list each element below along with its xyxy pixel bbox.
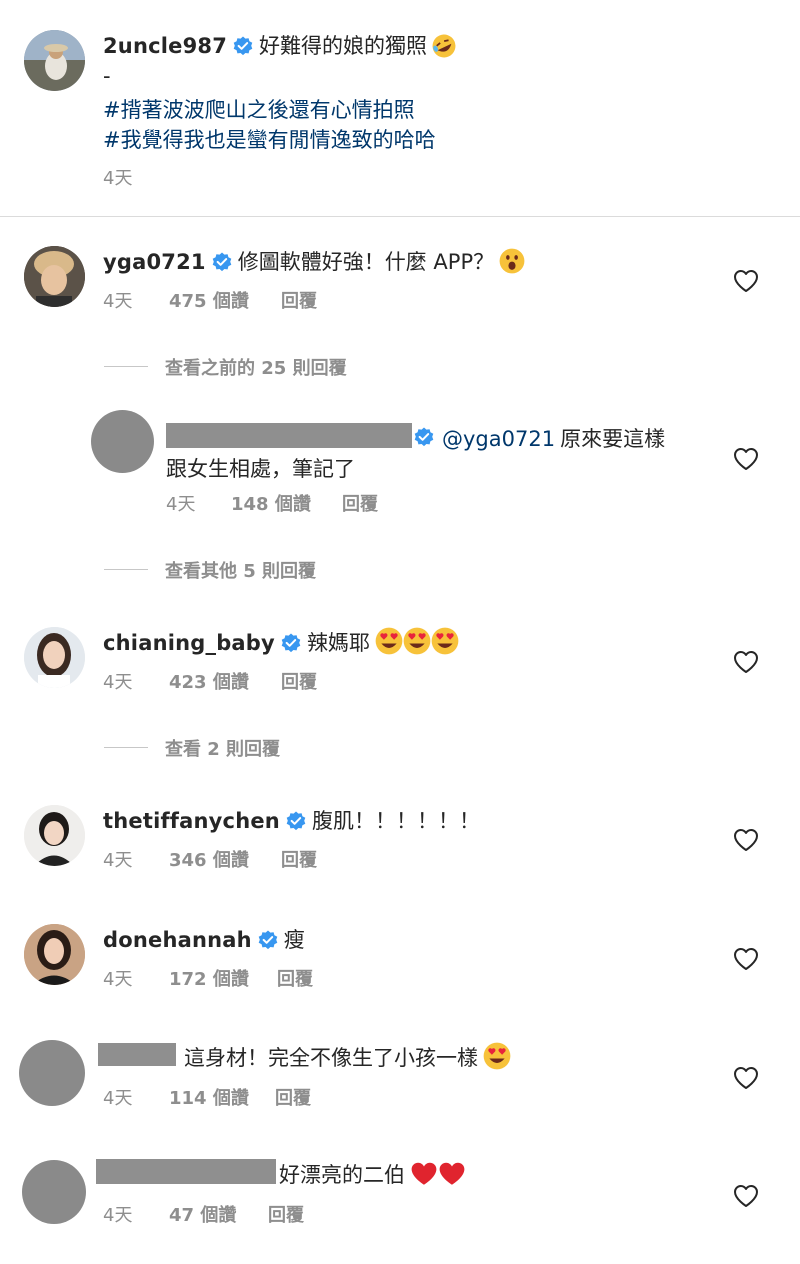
comment-text: 瘦: [283, 928, 305, 952]
avatar[interactable]: [19, 1040, 85, 1106]
avatar[interactable]: [24, 627, 85, 688]
comment-timestamp: 4天: [103, 1205, 133, 1226]
comment-text: 腹肌！！！！！！: [311, 809, 480, 833]
like-heart-icon[interactable]: [733, 650, 759, 674]
comment-line: donehannah 瘦: [103, 924, 305, 954]
comment-timestamp: 4天: [103, 850, 133, 871]
heart-eyes-emoji-icon: [375, 627, 403, 655]
rofl-emoji-icon: [432, 34, 456, 58]
avatar[interactable]: [24, 805, 85, 866]
verified-icon: [280, 633, 301, 653]
comment-timestamp: 4天: [103, 1088, 133, 1109]
avatar[interactable]: [24, 924, 85, 985]
comment-line: thetiffanychen 腹肌！！！！！！: [103, 805, 480, 835]
comment-line: 好漂亮的二伯: [279, 1159, 466, 1189]
heart-eyes-emoji-icon: [403, 627, 431, 655]
view-other-replies-button[interactable]: 查看其他 5 則回覆: [165, 557, 316, 583]
post-dash: -: [103, 64, 111, 88]
comment-text: 好漂亮的二伯: [279, 1163, 405, 1187]
comment-line: 這身材！完全不像生了小孩一樣: [184, 1042, 511, 1072]
reply-button[interactable]: 回覆: [281, 287, 317, 313]
comment-likes[interactable]: 47 個讚: [169, 1201, 236, 1227]
comment-text: 辣媽耶: [306, 631, 370, 655]
verified-icon: [211, 252, 232, 272]
verified-icon: [285, 811, 306, 831]
comment-likes[interactable]: 423 個讚: [169, 668, 249, 694]
verified-icon: [257, 930, 278, 950]
avatar-photo: [24, 30, 85, 91]
comment-text: 修圖軟體好強！什麼 APP？: [237, 250, 495, 274]
view-replies-line: [104, 366, 148, 367]
comment-likes[interactable]: 148 個讚: [231, 490, 311, 516]
comment-timestamp: 4天: [103, 291, 133, 312]
reply-button[interactable]: 回覆: [281, 846, 317, 872]
verified-icon: [414, 427, 434, 447]
comment-line: chianing_baby 辣媽耶: [103, 627, 459, 657]
red-heart-emoji-icon: [411, 1162, 437, 1185]
avatar[interactable]: [24, 30, 85, 91]
like-heart-icon[interactable]: [733, 1184, 759, 1208]
divider: [0, 216, 800, 217]
redacted-username[interactable]: [98, 1043, 176, 1066]
redacted-username[interactable]: [96, 1159, 276, 1184]
view-replies-line: [104, 569, 148, 570]
like-heart-icon[interactable]: [733, 1066, 759, 1090]
comment-likes[interactable]: 346 個讚: [169, 846, 249, 872]
reply-button[interactable]: 回覆: [281, 668, 317, 694]
redacted-username[interactable]: [166, 423, 412, 448]
comment-username[interactable]: chianing_baby: [103, 631, 275, 655]
comment-text: 原來要這樣: [560, 427, 666, 451]
post-caption-line: 2uncle987 好難得的娘的獨照: [103, 30, 456, 60]
view-replies-line: [104, 747, 148, 748]
avatar-photo: [24, 924, 85, 985]
like-heart-icon[interactable]: [733, 447, 759, 471]
comment-username[interactable]: thetiffanychen: [103, 809, 280, 833]
post-author[interactable]: 2uncle987: [103, 34, 227, 58]
view-previous-replies-button[interactable]: 查看之前的 25 則回覆: [165, 354, 347, 380]
avatar[interactable]: [91, 410, 154, 473]
heart-eyes-emoji-icon: [431, 627, 459, 655]
comment-username[interactable]: yga0721: [103, 250, 206, 274]
like-heart-icon[interactable]: [733, 269, 759, 293]
comment-timestamp: 4天: [103, 969, 133, 990]
avatar-photo: [24, 805, 85, 866]
comment-likes[interactable]: 114 個讚: [169, 1084, 249, 1110]
verified-icon: [233, 36, 254, 56]
avatar-photo: [24, 246, 85, 307]
reply-button[interactable]: 回覆: [275, 1084, 311, 1110]
post-caption: 好難得的娘的獨照: [259, 34, 428, 58]
comment-likes[interactable]: 475 個讚: [169, 287, 249, 313]
heart-eyes-emoji-icon: [483, 1042, 511, 1070]
comment-timestamp: 4天: [103, 672, 133, 693]
avatar[interactable]: [24, 246, 85, 307]
reply-button[interactable]: 回覆: [268, 1201, 304, 1227]
like-heart-icon[interactable]: [733, 828, 759, 852]
post-timestamp: 4天: [103, 168, 133, 189]
comment-username[interactable]: donehannah: [103, 928, 252, 952]
hashtag-link[interactable]: #我覺得我也是蠻有閒情逸致的哈哈: [103, 124, 436, 154]
red-heart-emoji-icon: [439, 1162, 465, 1185]
reply-button[interactable]: 回覆: [342, 490, 378, 516]
comment-likes[interactable]: 172 個讚: [169, 965, 249, 991]
comment-line: @yga0721 原來要這樣: [442, 423, 665, 453]
like-heart-icon[interactable]: [733, 947, 759, 971]
comment-line: yga0721 修圖軟體好強！什麼 APP？: [103, 246, 525, 276]
comment-timestamp: 4天: [166, 494, 196, 515]
avatar-photo: [24, 627, 85, 688]
hashtag-link[interactable]: #揹著波波爬山之後還有心情拍照: [103, 94, 415, 124]
comment-text: 這身材！完全不像生了小孩一樣: [184, 1046, 478, 1070]
reply-button[interactable]: 回覆: [277, 965, 313, 991]
avatar[interactable]: [22, 1160, 86, 1224]
comment-text-continued: 跟女生相處，筆記了: [166, 457, 355, 481]
surprised-emoji-icon: [499, 248, 525, 274]
mention-link[interactable]: @yga0721: [442, 427, 555, 451]
view-two-replies-button[interactable]: 查看 2 則回覆: [165, 735, 280, 761]
